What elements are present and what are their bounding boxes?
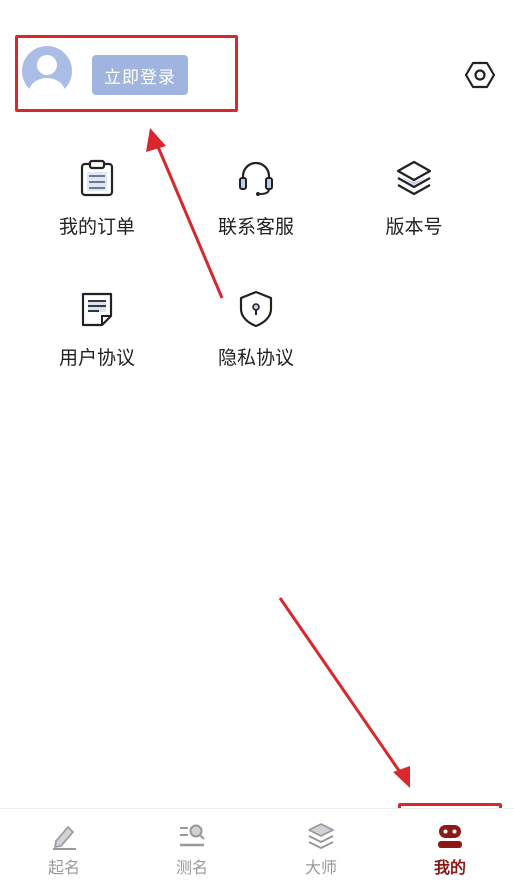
menu-label-user-agreement: 用户协议: [58, 347, 135, 369]
user-avatar-icon[interactable]: [22, 46, 72, 96]
profile-header: 立即登录: [0, 0, 514, 140]
profile-icon: [438, 825, 462, 848]
menu-label-version: 版本号: [385, 216, 443, 238]
headset-icon: [239, 161, 273, 196]
tab-dashi[interactable]: 大师: [257, 809, 385, 891]
tab-label-qiming: 起名: [47, 858, 80, 877]
tab-wode[interactable]: 我的: [386, 809, 514, 891]
search-list-icon: [180, 824, 205, 847]
settings-hexagon-icon[interactable]: [464, 60, 496, 90]
document-icon: [81, 292, 113, 327]
tab-ceming[interactable]: 测名: [128, 809, 256, 891]
menu-item-version[interactable]: 版本号: [344, 158, 484, 268]
menu-label-customer-service: 联系客服: [217, 216, 294, 238]
tab-label-ceming: 测名: [175, 858, 208, 877]
arrow-to-mine-tab: [278, 597, 404, 776]
avatar-head: [37, 55, 57, 75]
menu-label-orders: 我的订单: [58, 216, 135, 238]
menu-item-user-agreement[interactable]: 用户协议: [27, 289, 167, 399]
login-button[interactable]: 立即登录: [92, 55, 188, 95]
layers-icon: [396, 160, 432, 196]
arrow-to-mine-tab-head: [393, 766, 410, 788]
menu-item-privacy-agreement[interactable]: 隐私协议: [186, 289, 326, 399]
tab-label-wode: 我的: [433, 858, 466, 877]
clipboard-icon: [80, 159, 114, 197]
menu-item-customer-service[interactable]: 联系客服: [186, 158, 326, 268]
layers-icon: [308, 823, 334, 849]
menu-item-orders[interactable]: 我的订单: [27, 158, 167, 268]
pen-icon: [53, 825, 76, 850]
tab-label-dashi: 大师: [304, 858, 337, 877]
shield-icon: [239, 290, 273, 328]
bottom-tab-bar: 起名 测名 大师 我的: [0, 808, 514, 891]
menu-label-privacy-agreement: 隐私协议: [217, 347, 294, 369]
tab-qiming[interactable]: 起名: [0, 809, 128, 891]
avatar-body: [29, 78, 65, 96]
